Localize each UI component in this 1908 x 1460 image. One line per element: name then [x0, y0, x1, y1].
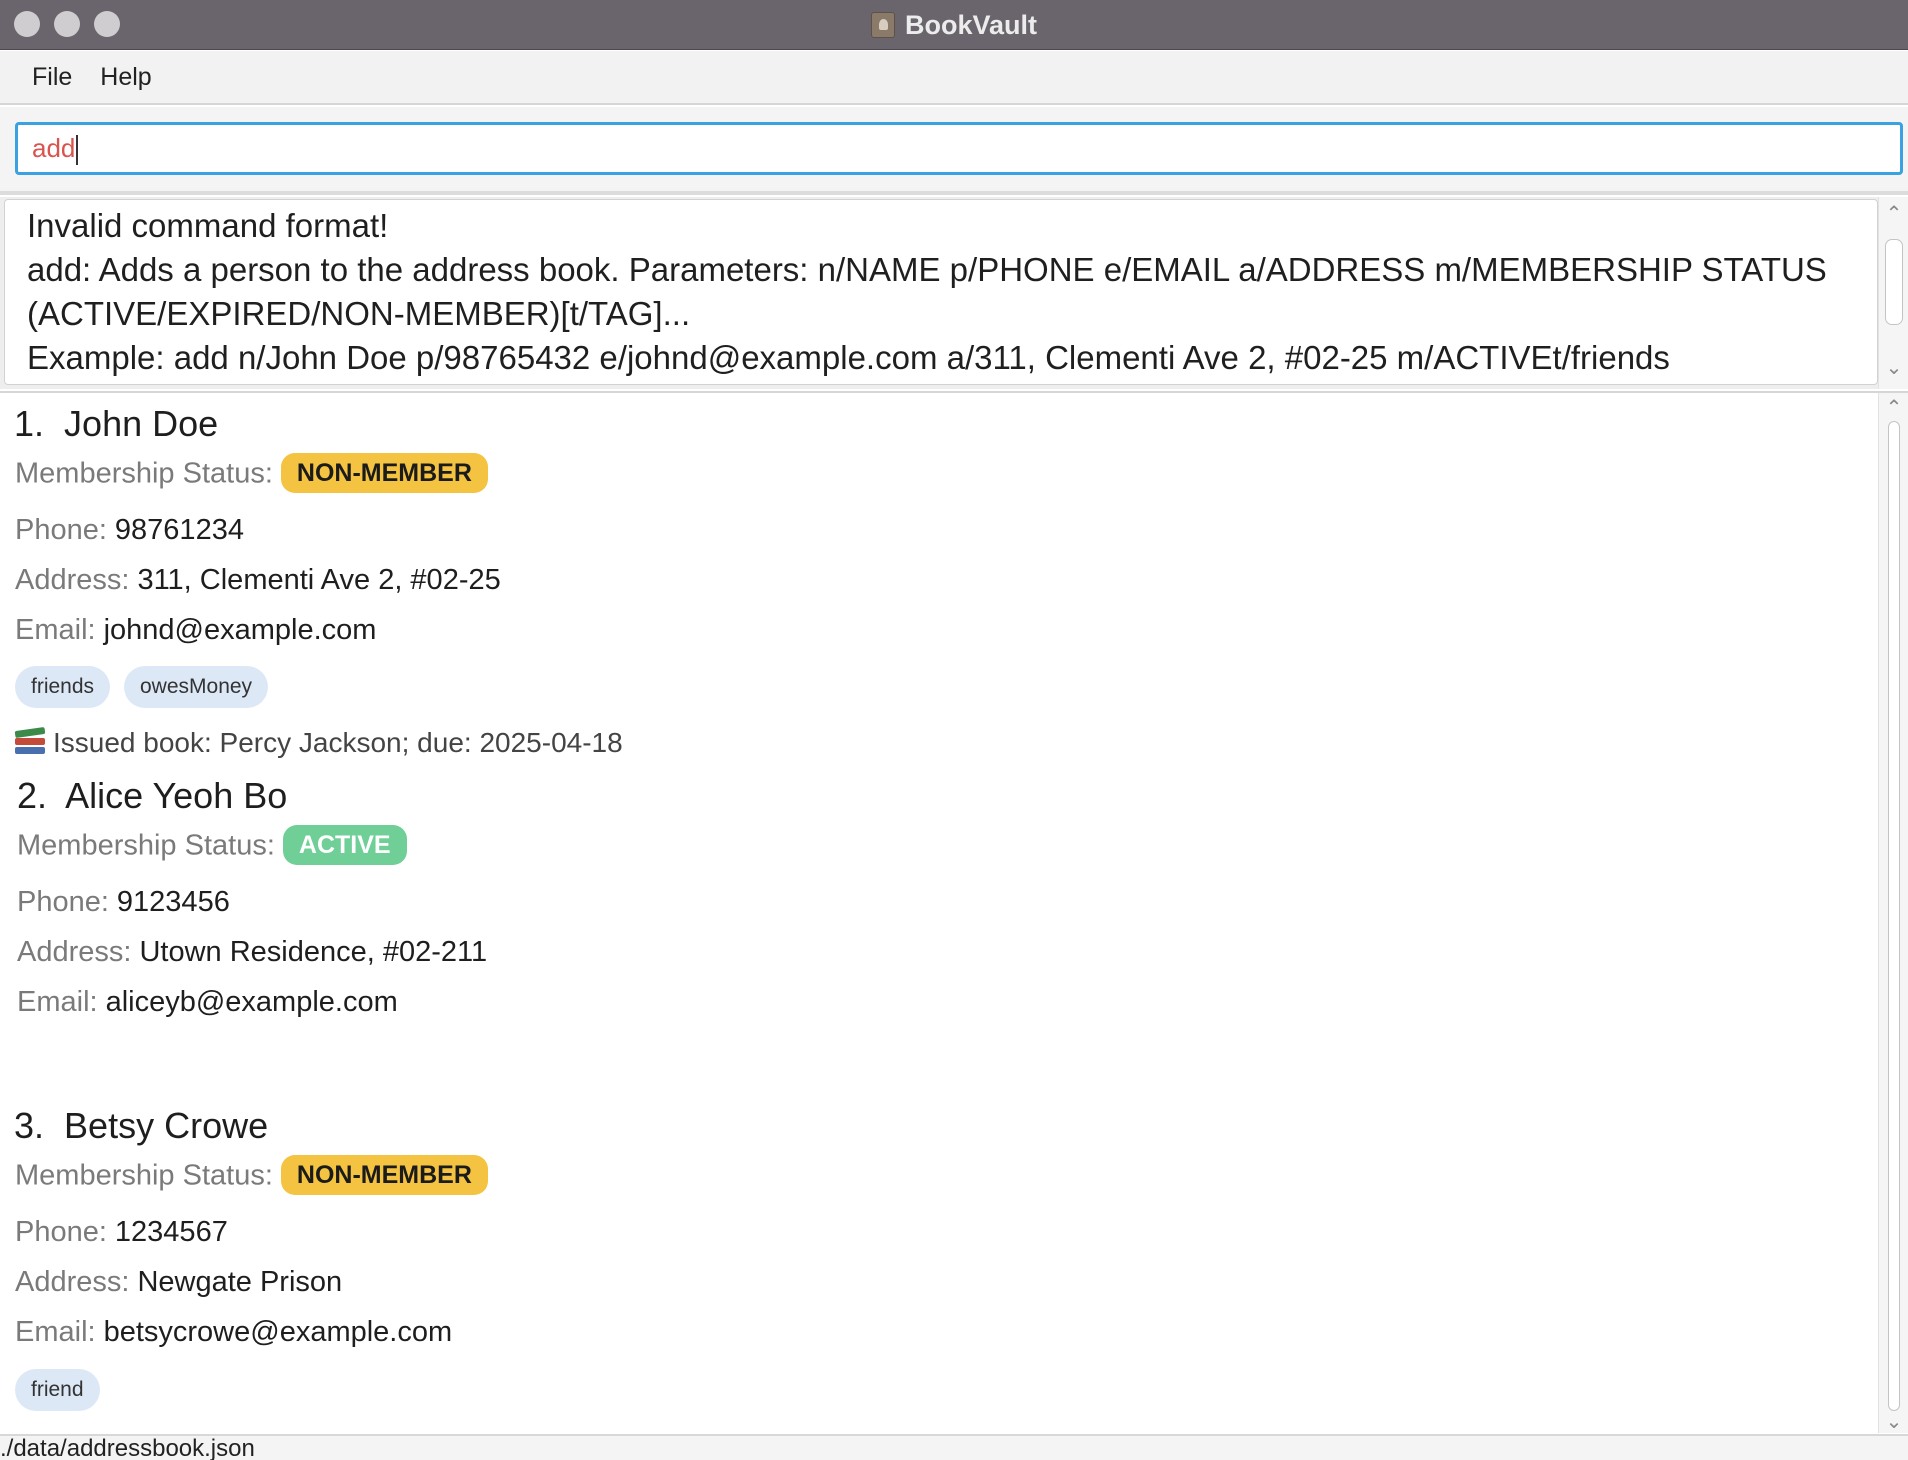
tag: friends [15, 666, 111, 708]
email-label: Email: [17, 986, 98, 1018]
email-label: Email: [15, 614, 96, 646]
result-line: add: Adds a person to the address book. … [27, 251, 1827, 288]
command-box-area: add [0, 107, 1908, 195]
person-name: 3. Betsy Crowe [14, 1105, 268, 1147]
address-label: Address: [17, 936, 132, 968]
membership-row: Membership Status: NON-MEMBER [15, 1155, 488, 1197]
issued-book-text: Issued book: Percy Jackson; due: 2025-04… [53, 727, 623, 758]
person-name: 1. John Doe [14, 403, 218, 445]
person-name: 2. Alice Yeoh Bo [17, 775, 287, 817]
email-label: Email: [15, 1316, 96, 1348]
email-row: Email: johnd@example.com [15, 614, 376, 647]
result-line: Example: add n/John Doe p/98765432 e/joh… [27, 339, 1670, 376]
address-value: Utown Residence, #02-211 [139, 936, 488, 968]
address-value: Newgate Prison [137, 1266, 343, 1298]
address-row: Address: Utown Residence, #02-211 [17, 936, 487, 969]
result-display-area: Invalid command format! add: Adds a pers… [0, 197, 1908, 389]
phone-row: Phone: 1234567 [15, 1216, 228, 1249]
person-card[interactable]: 2. Alice Yeoh Bo Membership Status: ACTIV… [0, 765, 1870, 1090]
address-label: Address: [15, 564, 130, 596]
phone-value: 1234567 [114, 1216, 228, 1248]
person-index: 3. [14, 1105, 45, 1146]
membership-row: Membership Status: ACTIVE [17, 825, 407, 867]
membership-row: Membership Status: NON-MEMBER [15, 453, 488, 495]
phone-row: Phone: 9123456 [17, 886, 230, 919]
status-bar: ./data/addressbook.json [0, 1434, 1908, 1460]
phone-row: Phone: 98761234 [15, 514, 244, 547]
person-list-scrollbar[interactable]: ⌃ ⌄ [1878, 393, 1908, 1433]
title-bar: BookVault [0, 0, 1908, 50]
email-value: aliceyb@example.com [105, 986, 398, 1018]
person-card[interactable]: 3. Betsy Crowe Membership Status: NON-MEM… [0, 1095, 1870, 1433]
issued-book-row: Issued book: Percy Jackson; due: 2025-04… [14, 726, 623, 760]
person-index: 2. [17, 775, 48, 816]
scrollbar-thumb[interactable] [1888, 421, 1900, 1411]
status-badge: NON-MEMBER [280, 453, 488, 493]
address-book-icon [870, 12, 895, 38]
person-name-text: John Doe [64, 403, 219, 444]
window-title-text: BookVault [904, 9, 1038, 40]
data-file-path: ./data/addressbook.json [0, 1435, 255, 1460]
email-row: Email: betsycrowe@example.com [15, 1316, 452, 1349]
person-list: 1. John Doe Membership Status: NON-MEMBER… [0, 391, 1908, 1433]
address-row: Address: Newgate Prison [15, 1266, 342, 1299]
scroll-up-icon[interactable]: ⌃ [1879, 201, 1908, 227]
phone-label: Phone: [15, 1216, 107, 1248]
books-icon [14, 726, 46, 757]
status-badge: ACTIVE [282, 825, 407, 865]
email-row: Email: aliceyb@example.com [17, 986, 398, 1019]
menu-bar: File Help [0, 51, 1908, 105]
membership-label: Membership Status: [15, 1159, 273, 1192]
menu-help[interactable]: Help [86, 57, 165, 98]
result-scrollbar[interactable]: ⌃ ⌄ [1878, 197, 1908, 389]
phone-value: 98761234 [114, 514, 244, 546]
phone-value: 9123456 [116, 886, 230, 918]
tag: owesMoney [124, 666, 269, 708]
result-line: (ACTIVE/EXPIRED/NON-MEMBER)[t/TAG]... [27, 295, 691, 332]
text-caret [76, 135, 79, 166]
tag: friend [15, 1369, 100, 1411]
scroll-down-icon[interactable]: ⌄ [1879, 355, 1908, 381]
email-value: betsycrowe@example.com [103, 1316, 453, 1348]
address-row: Address: 311, Clementi Ave 2, #02-25 [15, 564, 501, 597]
result-display: Invalid command format! add: Adds a pers… [4, 199, 1878, 385]
email-value: johnd@example.com [103, 614, 377, 646]
scrollbar-thumb[interactable] [1885, 239, 1903, 325]
menu-file[interactable]: File [18, 57, 86, 98]
address-label: Address: [15, 1266, 130, 1298]
window-title: BookVault [0, 0, 1908, 50]
person-index: 1. [14, 403, 45, 444]
phone-label: Phone: [15, 514, 107, 546]
membership-label: Membership Status: [17, 829, 275, 862]
result-line: Invalid command format! [27, 207, 389, 244]
scroll-down-icon[interactable]: ⌄ [1879, 1409, 1908, 1433]
person-card[interactable]: 1. John Doe Membership Status: NON-MEMBER… [0, 393, 1870, 761]
address-value: 311, Clementi Ave 2, #02-25 [137, 564, 501, 596]
status-badge: NON-MEMBER [280, 1155, 488, 1195]
membership-label: Membership Status: [15, 457, 273, 490]
person-name-text: Alice Yeoh Bo [65, 775, 288, 816]
person-name-text: Betsy Crowe [64, 1105, 269, 1146]
phone-label: Phone: [17, 886, 109, 918]
scroll-up-icon[interactable]: ⌃ [1879, 395, 1908, 421]
command-input-text: add [32, 133, 76, 163]
command-input[interactable]: add [15, 122, 1903, 175]
